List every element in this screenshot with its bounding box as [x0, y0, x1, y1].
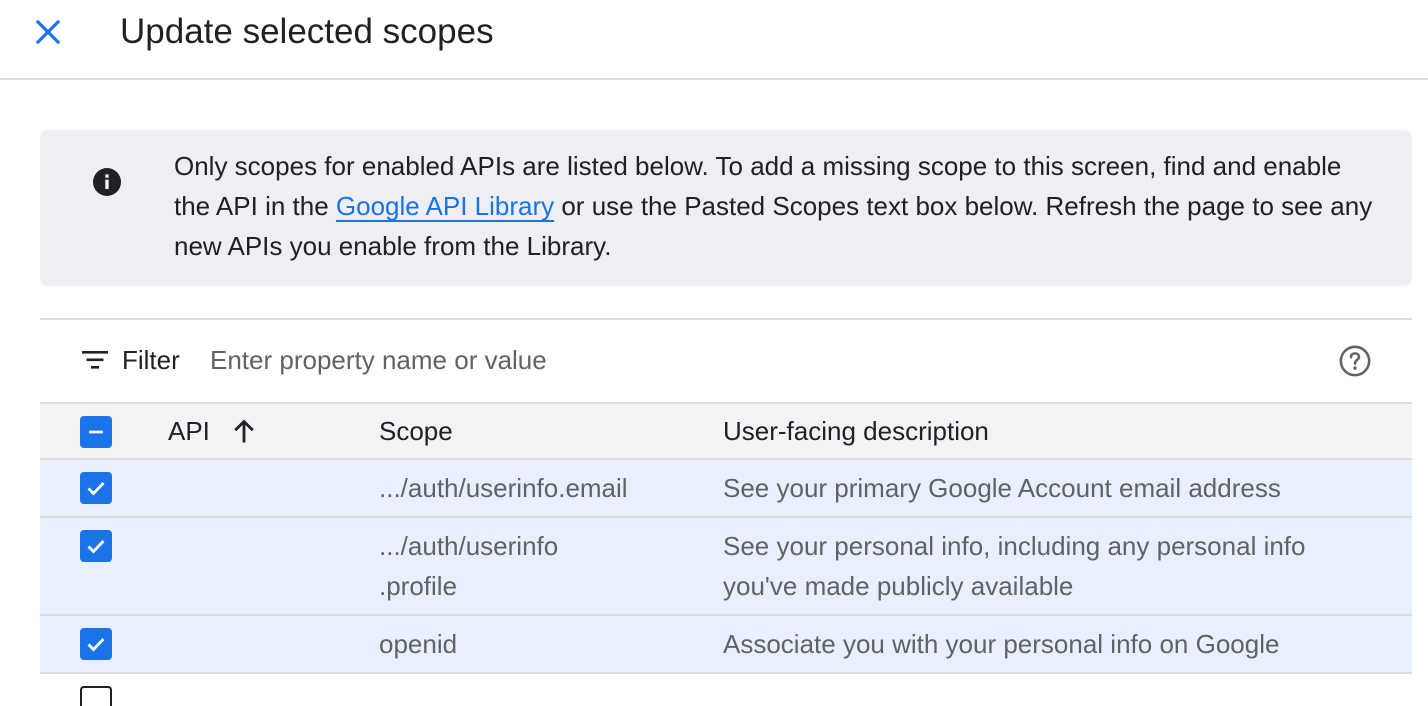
row-checkbox[interactable] — [80, 530, 112, 562]
help-icon[interactable] — [1338, 344, 1372, 378]
checkmark-icon — [87, 638, 105, 652]
close-icon — [35, 19, 61, 45]
scopes-table: Filter API Scope User-facing description… — [40, 318, 1412, 706]
scope-cell: openid — [379, 629, 458, 659]
info-text: Only scopes for enabled APIs are listed … — [174, 151, 1373, 261]
description-cell: See your personal info, including any pe… — [723, 531, 1306, 601]
select-all-checkbox[interactable] — [80, 416, 112, 448]
column-header-scope[interactable]: Scope — [379, 411, 453, 451]
description-cell: See your primary Google Account email ad… — [723, 473, 1281, 503]
row-checkbox[interactable] — [80, 686, 112, 706]
column-header-api[interactable]: API — [168, 411, 210, 451]
page-title: Update selected scopes — [120, 12, 494, 51]
scope-cell: .../auth/userinfo .profile — [379, 531, 559, 601]
column-header-description[interactable]: User-facing description — [723, 411, 989, 451]
filter-label: Filter — [122, 345, 180, 375]
filter-input[interactable] — [210, 340, 1310, 380]
table-row[interactable]: .../auth/userinfo .profile See your pers… — [40, 518, 1412, 616]
info-banner: Only scopes for enabled APIs are listed … — [40, 130, 1412, 286]
arrow-up-icon[interactable] — [230, 418, 258, 446]
description-cell: Associate you with your personal info on… — [723, 629, 1280, 659]
indeterminate-icon — [89, 430, 103, 434]
filter-bar: Filter — [40, 320, 1412, 402]
table-row[interactable] — [40, 674, 1412, 706]
row-checkbox[interactable] — [80, 628, 112, 660]
close-button[interactable] — [28, 12, 68, 52]
google-api-library-link[interactable]: Google API Library — [336, 191, 554, 221]
row-checkbox[interactable] — [80, 472, 112, 504]
table-row[interactable]: .../auth/userinfo.email See your primary… — [40, 460, 1412, 518]
filter-icon — [82, 351, 108, 369]
scope-cell: .../auth/userinfo.email — [379, 473, 628, 503]
table-header: API Scope User-facing description — [40, 402, 1412, 460]
checkmark-icon — [87, 482, 105, 496]
dialog-header: Update selected scopes — [0, 0, 1428, 80]
info-icon — [93, 168, 121, 196]
table-row[interactable]: openid Associate you with your personal … — [40, 616, 1412, 674]
checkmark-icon — [87, 540, 105, 554]
